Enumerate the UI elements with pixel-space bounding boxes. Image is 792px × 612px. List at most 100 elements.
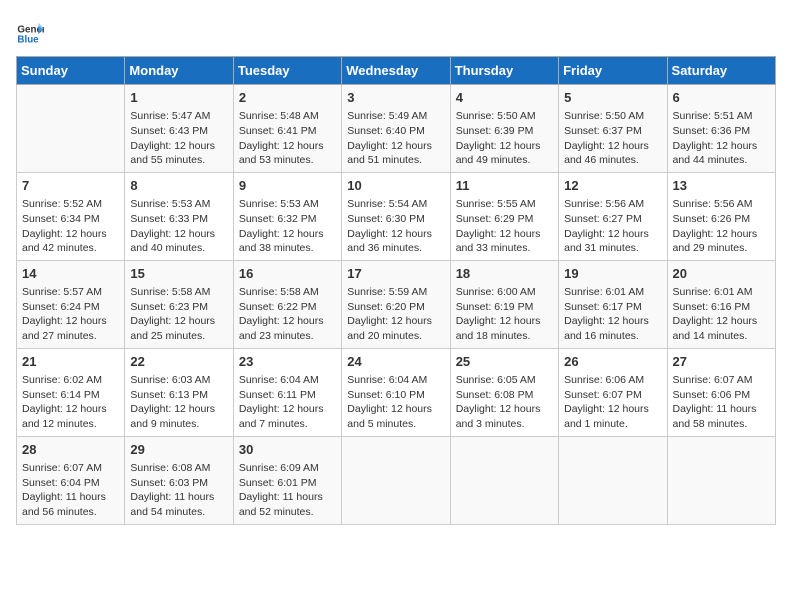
header-wednesday: Wednesday <box>342 57 450 85</box>
day-number: 26 <box>564 353 661 371</box>
day-number: 25 <box>456 353 553 371</box>
calendar-cell: 2 Sunrise: 5:48 AMSunset: 6:41 PMDaylight… <box>233 85 341 173</box>
calendar-cell: 12 Sunrise: 5:56 AMSunset: 6:27 PMDayligh… <box>559 172 667 260</box>
day-info: Sunrise: 5:58 AMSunset: 6:23 PMDaylight:… <box>130 285 227 344</box>
day-info: Sunrise: 6:09 AMSunset: 6:01 PMDaylight:… <box>239 461 336 520</box>
day-info: Sunrise: 5:50 AMSunset: 6:37 PMDaylight:… <box>564 109 661 168</box>
day-number: 27 <box>673 353 770 371</box>
header-monday: Monday <box>125 57 233 85</box>
day-info: Sunrise: 5:55 AMSunset: 6:29 PMDaylight:… <box>456 197 553 256</box>
logo-icon: General Blue <box>16 20 44 48</box>
calendar-cell <box>667 436 775 524</box>
header-friday: Friday <box>559 57 667 85</box>
day-number: 24 <box>347 353 444 371</box>
day-number: 15 <box>130 265 227 283</box>
day-number: 6 <box>673 89 770 107</box>
calendar-cell <box>450 436 558 524</box>
day-info: Sunrise: 6:01 AMSunset: 6:17 PMDaylight:… <box>564 285 661 344</box>
calendar-header-row: SundayMondayTuesdayWednesdayThursdayFrid… <box>17 57 776 85</box>
calendar-week-3: 14 Sunrise: 5:57 AMSunset: 6:24 PMDayligh… <box>17 260 776 348</box>
calendar-cell <box>342 436 450 524</box>
day-number: 20 <box>673 265 770 283</box>
logo: General Blue <box>16 20 44 48</box>
calendar-cell: 29 Sunrise: 6:08 AMSunset: 6:03 PMDayligh… <box>125 436 233 524</box>
day-number: 2 <box>239 89 336 107</box>
day-number: 9 <box>239 177 336 195</box>
day-number: 30 <box>239 441 336 459</box>
calendar-cell: 9 Sunrise: 5:53 AMSunset: 6:32 PMDaylight… <box>233 172 341 260</box>
calendar-cell: 11 Sunrise: 5:55 AMSunset: 6:29 PMDayligh… <box>450 172 558 260</box>
header-thursday: Thursday <box>450 57 558 85</box>
calendar-cell: 5Sunrise: 5:50 AMSunset: 6:37 PMDaylight… <box>559 85 667 173</box>
day-number: 22 <box>130 353 227 371</box>
calendar-cell: 24 Sunrise: 6:04 AMSunset: 6:10 PMDayligh… <box>342 348 450 436</box>
day-info: Sunrise: 5:51 AMSunset: 6:36 PMDaylight:… <box>673 109 770 168</box>
calendar-cell: 10Sunrise: 5:54 AMSunset: 6:30 PMDayligh… <box>342 172 450 260</box>
day-info: Sunrise: 5:49 AMSunset: 6:40 PMDaylight:… <box>347 109 444 168</box>
day-info: Sunrise: 5:56 AMSunset: 6:26 PMDaylight:… <box>673 197 770 256</box>
day-number: 8 <box>130 177 227 195</box>
day-info: Sunrise: 5:59 AMSunset: 6:20 PMDaylight:… <box>347 285 444 344</box>
day-number: 29 <box>130 441 227 459</box>
day-info: Sunrise: 6:05 AMSunset: 6:08 PMDaylight:… <box>456 373 553 432</box>
calendar-cell: 21 Sunrise: 6:02 AMSunset: 6:14 PMDayligh… <box>17 348 125 436</box>
day-info: Sunrise: 6:07 AMSunset: 6:04 PMDaylight:… <box>22 461 119 520</box>
day-info: Sunrise: 6:01 AMSunset: 6:16 PMDaylight:… <box>673 285 770 344</box>
calendar-cell: 27 Sunrise: 6:07 AMSunset: 6:06 PMDayligh… <box>667 348 775 436</box>
day-number: 4 <box>456 89 553 107</box>
day-info: Sunrise: 5:53 AMSunset: 6:33 PMDaylight:… <box>130 197 227 256</box>
day-number: 14 <box>22 265 119 283</box>
calendar-week-2: 7Sunrise: 5:52 AMSunset: 6:34 PMDaylight… <box>17 172 776 260</box>
header-saturday: Saturday <box>667 57 775 85</box>
calendar-cell: 25 Sunrise: 6:05 AMSunset: 6:08 PMDayligh… <box>450 348 558 436</box>
calendar-cell <box>17 85 125 173</box>
day-number: 12 <box>564 177 661 195</box>
day-number: 28 <box>22 441 119 459</box>
day-number: 19 <box>564 265 661 283</box>
day-number: 10 <box>347 177 444 195</box>
day-info: Sunrise: 5:50 AMSunset: 6:39 PMDaylight:… <box>456 109 553 168</box>
svg-text:Blue: Blue <box>17 34 39 45</box>
calendar-cell: 6 Sunrise: 5:51 AMSunset: 6:36 PMDaylight… <box>667 85 775 173</box>
day-number: 13 <box>673 177 770 195</box>
calendar-cell: 13 Sunrise: 5:56 AMSunset: 6:26 PMDayligh… <box>667 172 775 260</box>
day-info: Sunrise: 5:48 AMSunset: 6:41 PMDaylight:… <box>239 109 336 168</box>
day-info: Sunrise: 5:58 AMSunset: 6:22 PMDaylight:… <box>239 285 336 344</box>
calendar-cell: 23Sunrise: 6:04 AMSunset: 6:11 PMDayligh… <box>233 348 341 436</box>
day-info: Sunrise: 5:52 AMSunset: 6:34 PMDaylight:… <box>22 197 119 256</box>
day-number: 18 <box>456 265 553 283</box>
calendar-cell: 19 Sunrise: 6:01 AMSunset: 6:17 PMDayligh… <box>559 260 667 348</box>
day-info: Sunrise: 6:00 AMSunset: 6:19 PMDaylight:… <box>456 285 553 344</box>
calendar-cell: 28 Sunrise: 6:07 AMSunset: 6:04 PMDayligh… <box>17 436 125 524</box>
calendar-cell: 26 Sunrise: 6:06 AMSunset: 6:07 PMDayligh… <box>559 348 667 436</box>
calendar-cell <box>559 436 667 524</box>
day-info: Sunrise: 5:56 AMSunset: 6:27 PMDaylight:… <box>564 197 661 256</box>
calendar-cell: 18 Sunrise: 6:00 AMSunset: 6:19 PMDayligh… <box>450 260 558 348</box>
day-number: 16 <box>239 265 336 283</box>
day-info: Sunrise: 6:07 AMSunset: 6:06 PMDaylight:… <box>673 373 770 432</box>
day-info: Sunrise: 6:06 AMSunset: 6:07 PMDaylight:… <box>564 373 661 432</box>
calendar-cell: 1Sunrise: 5:47 AMSunset: 6:43 PMDaylight… <box>125 85 233 173</box>
day-info: Sunrise: 6:04 AMSunset: 6:10 PMDaylight:… <box>347 373 444 432</box>
day-info: Sunrise: 5:57 AMSunset: 6:24 PMDaylight:… <box>22 285 119 344</box>
day-number: 17 <box>347 265 444 283</box>
header-tuesday: Tuesday <box>233 57 341 85</box>
calendar-week-5: 28 Sunrise: 6:07 AMSunset: 6:04 PMDayligh… <box>17 436 776 524</box>
calendar-cell: 3 Sunrise: 5:49 AMSunset: 6:40 PMDaylight… <box>342 85 450 173</box>
day-number: 11 <box>456 177 553 195</box>
calendar-cell: 8 Sunrise: 5:53 AMSunset: 6:33 PMDaylight… <box>125 172 233 260</box>
calendar-cell: 22Sunrise: 6:03 AMSunset: 6:13 PMDayligh… <box>125 348 233 436</box>
day-number: 3 <box>347 89 444 107</box>
day-info: Sunrise: 6:02 AMSunset: 6:14 PMDaylight:… <box>22 373 119 432</box>
calendar-week-1: 1Sunrise: 5:47 AMSunset: 6:43 PMDaylight… <box>17 85 776 173</box>
header-sunday: Sunday <box>17 57 125 85</box>
day-info: Sunrise: 6:08 AMSunset: 6:03 PMDaylight:… <box>130 461 227 520</box>
calendar-cell: 4 Sunrise: 5:50 AMSunset: 6:39 PMDaylight… <box>450 85 558 173</box>
day-info: Sunrise: 5:53 AMSunset: 6:32 PMDaylight:… <box>239 197 336 256</box>
day-number: 1 <box>130 89 227 107</box>
calendar-cell: 14 Sunrise: 5:57 AMSunset: 6:24 PMDayligh… <box>17 260 125 348</box>
calendar-week-4: 21 Sunrise: 6:02 AMSunset: 6:14 PMDayligh… <box>17 348 776 436</box>
page-header: General Blue <box>16 16 776 48</box>
calendar-cell: 30 Sunrise: 6:09 AMSunset: 6:01 PMDayligh… <box>233 436 341 524</box>
day-number: 21 <box>22 353 119 371</box>
